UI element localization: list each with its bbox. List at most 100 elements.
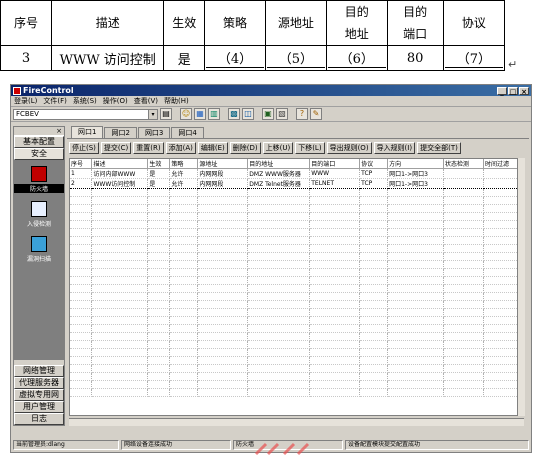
table-cell	[309, 348, 361, 357]
menu-help[interactable]: 帮助(H)	[164, 96, 189, 106]
move-down-button[interactable]: 下移(L)	[295, 142, 325, 154]
tab-port2[interactable]: 网口2	[104, 127, 137, 138]
table-row[interactable]	[70, 252, 523, 261]
submit-button[interactable]: 提交(C)	[100, 142, 132, 154]
table-cell	[197, 188, 249, 197]
table-row[interactable]	[70, 292, 523, 301]
print-icon[interactable]: ▧	[276, 108, 288, 120]
table-row[interactable]	[70, 308, 523, 317]
dropdown-icon[interactable]: ▾	[148, 109, 157, 119]
table-row[interactable]	[70, 276, 523, 285]
layout-icon[interactable]: ▤	[160, 108, 172, 120]
maximize-button[interactable]: □	[508, 86, 518, 96]
col-no[interactable]: 序号	[70, 159, 93, 169]
menu-file[interactable]: 文件(F)	[43, 96, 67, 106]
stop-button[interactable]: 停止(S)	[69, 142, 99, 154]
intrusion-detection-icon	[31, 201, 47, 217]
nav-security[interactable]: 安全	[14, 148, 64, 160]
left-pane-close[interactable]: ×	[14, 127, 64, 136]
export-rules-button[interactable]: 导出规则(O)	[326, 142, 372, 154]
table-row[interactable]	[70, 300, 523, 309]
device-combo[interactable]: FCBEV ▾	[13, 108, 158, 120]
reset-button[interactable]: 重置(R)	[133, 142, 164, 154]
minimize-button[interactable]: _	[497, 86, 507, 96]
table-row[interactable]	[70, 220, 523, 229]
chart-icon[interactable]: ▦	[194, 108, 206, 120]
nav-vulnerability-scan[interactable]: 漏洞扫描	[14, 236, 64, 263]
col-policy[interactable]: 策略	[169, 159, 199, 169]
table-row[interactable]	[70, 340, 523, 349]
tab-port1[interactable]: 网口1	[71, 126, 104, 138]
table-cell: 2	[70, 178, 93, 189]
grid-icon[interactable]: ▩	[228, 108, 240, 120]
table-row[interactable]: 1 访问内部WWW 是允许 内网网段 DMZ WWW服务器 WWW TCP 网口1->网口3	[70, 168, 523, 179]
about-icon[interactable]: ✎	[310, 108, 322, 120]
user-icon[interactable]: ☺	[180, 108, 192, 120]
col-enabled[interactable]: 生效	[147, 159, 171, 169]
nav-firewall[interactable]: 防火墙	[14, 166, 64, 193]
horizontal-scrollbar[interactable]	[69, 418, 524, 426]
import-rules-button[interactable]: 导入规则(I)	[373, 142, 416, 154]
nav-intrusion-detection[interactable]: 入侵检测	[14, 201, 64, 228]
table-icon[interactable]: ▥	[208, 108, 220, 120]
table-row[interactable]: 2 WWW访问控制是允许 内网网段 DMZ Telnet服务器 TELNET TCP 网口1…	[70, 178, 523, 189]
tab-port4[interactable]: 网口4	[171, 127, 204, 138]
col-dst-port[interactable]: 目的端口	[309, 159, 361, 169]
table-row[interactable]	[70, 364, 523, 373]
table-row[interactable]	[70, 284, 523, 293]
table-row[interactable]	[70, 324, 523, 333]
table-row[interactable]	[70, 236, 523, 245]
menu-view[interactable]: 查看(V)	[134, 96, 158, 106]
table-row[interactable]	[70, 212, 523, 221]
edit-button[interactable]: 编辑(E)	[197, 142, 228, 154]
table-cell	[91, 244, 149, 253]
tab-port3[interactable]: 网口3	[137, 127, 171, 138]
table-row[interactable]	[70, 196, 523, 205]
table-row[interactable]	[70, 356, 523, 365]
table-row[interactable]	[70, 388, 523, 397]
row-cell: 是	[163, 45, 206, 71]
table-row[interactable]	[70, 348, 523, 357]
vertical-scrollbar[interactable]	[517, 158, 525, 416]
title-bar[interactable]: FireControl _ □ ×	[11, 85, 531, 96]
col-direction[interactable]: 方向	[387, 159, 445, 169]
table-row[interactable]	[70, 268, 523, 277]
table-cell	[147, 212, 171, 221]
move-up-button[interactable]: 上移(U)	[262, 142, 294, 154]
menu-login[interactable]: 登录(L)	[14, 96, 37, 106]
table-row[interactable]	[70, 316, 523, 325]
close-button[interactable]: ×	[519, 86, 529, 96]
table-row[interactable]	[70, 332, 523, 341]
menu-system[interactable]: 系统(S)	[73, 96, 97, 106]
nav-proxy[interactable]: 代理服务器	[14, 377, 64, 389]
nav-log[interactable]: 日志	[14, 413, 64, 425]
col-desc[interactable]: 描述	[91, 159, 149, 169]
add-button[interactable]: 添加(A)	[165, 142, 196, 154]
table-cell	[147, 356, 171, 365]
col-dst[interactable]: 目的地址	[247, 159, 311, 169]
table-row[interactable]	[70, 372, 523, 381]
table-row[interactable]	[70, 228, 523, 237]
nav-vpn[interactable]: 虚拟专用网	[14, 389, 64, 401]
delete-button[interactable]: 删除(D)	[229, 142, 261, 154]
help-icon[interactable]: ?	[296, 108, 308, 120]
menu-operation[interactable]: 操作(O)	[103, 96, 128, 106]
table-row[interactable]	[70, 380, 523, 389]
col-state[interactable]: 状态检测	[443, 159, 484, 169]
nav-network-mgmt[interactable]: 网络管理	[14, 365, 64, 377]
table-row[interactable]	[70, 188, 523, 197]
nav-user-mgmt[interactable]: 用户管理	[14, 401, 64, 413]
table-row[interactable]	[70, 244, 523, 253]
table-cell	[443, 284, 484, 293]
col-src[interactable]: 源地址	[197, 159, 249, 169]
config-icon[interactable]: ▣	[262, 108, 274, 120]
col-proto[interactable]: 协议	[359, 159, 389, 169]
network-icon[interactable]: ◫	[242, 108, 254, 120]
table-row[interactable]	[70, 260, 523, 269]
nav-basic-config[interactable]: 基本配置	[14, 136, 64, 148]
submit-all-button[interactable]: 提交全部(T)	[417, 142, 461, 154]
table-cell	[169, 380, 199, 389]
table-row[interactable]	[70, 204, 523, 213]
table-cell	[169, 276, 199, 285]
table-cell	[70, 324, 93, 333]
